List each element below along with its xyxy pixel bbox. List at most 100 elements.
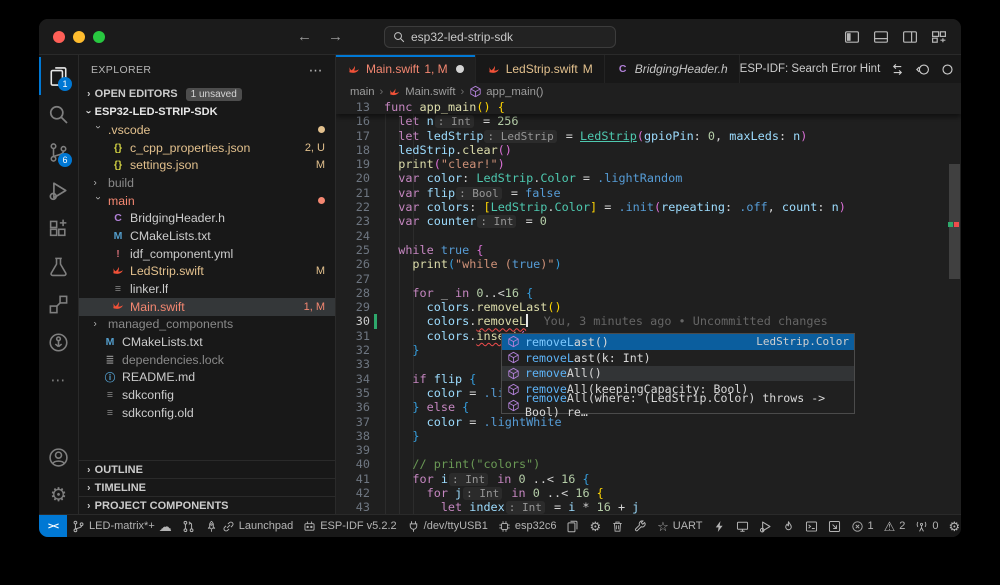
- breadcrumb-item[interactable]: app_main(): [469, 85, 543, 98]
- suggest-item[interactable]: removeLast() LedStrip.Color: [502, 334, 854, 350]
- activity-explorer[interactable]: 1: [39, 57, 78, 95]
- layout-left-button[interactable]: [844, 29, 860, 45]
- layout-right-button[interactable]: [902, 29, 918, 45]
- activity-testing[interactable]: [39, 247, 78, 285]
- activity-accounts[interactable]: [39, 438, 78, 476]
- build[interactable]: ⚙Build: [944, 515, 961, 537]
- tab-Main.swift[interactable]: Main.swift 1, M: [336, 55, 476, 83]
- serial-port[interactable]: /dev/ttyUSB1: [402, 515, 493, 537]
- remote-indicator[interactable]: ><: [39, 515, 67, 537]
- monitor-uart[interactable]: ☆UART: [652, 515, 707, 537]
- project-conf[interactable]: [561, 515, 584, 537]
- terminal[interactable]: [800, 515, 823, 537]
- nav-forward-button[interactable]: →: [328, 28, 343, 45]
- explorer-more-actions-icon[interactable]: ⋯: [309, 62, 323, 79]
- serial-monitor[interactable]: [731, 515, 754, 537]
- errors[interactable]: 1: [846, 515, 879, 537]
- line-number: 32: [336, 343, 370, 357]
- tree-item-build[interactable]: ›build: [79, 174, 335, 192]
- ports[interactable]: 0: [910, 515, 943, 537]
- open-editors-header[interactable]: › OPEN EDITORS 1 unsaved: [79, 85, 335, 103]
- activity-esp-component-registry[interactable]: [39, 323, 78, 361]
- activity-references[interactable]: [39, 285, 78, 323]
- tree-item-main[interactable]: ›main: [79, 192, 335, 210]
- esp-idf-hint-button[interactable]: ESP-IDF: Search Error Hint: [740, 63, 881, 75]
- swift-icon: [388, 85, 401, 98]
- line-number: 13: [336, 100, 370, 114]
- layout-grid-button[interactable]: [931, 29, 947, 45]
- compare-button[interactable]: [890, 62, 905, 77]
- breadcrumb-item[interactable]: main: [350, 86, 375, 98]
- layout-left-icon: [844, 29, 860, 45]
- tree-item-CMakeLists.txt[interactable]: MCMakeLists.txt: [79, 227, 335, 245]
- build-tools[interactable]: [629, 515, 652, 537]
- warnings[interactable]: ⚠2: [879, 515, 911, 537]
- method-icon: [507, 383, 520, 396]
- tree-item-LedStrip.swift[interactable]: LedStrip.swiftM: [79, 263, 335, 281]
- zoom-window-button[interactable]: [93, 31, 105, 43]
- activity-search[interactable]: [39, 95, 78, 133]
- activity-source-control[interactable]: 6: [39, 133, 78, 171]
- open-tool[interactable]: [823, 515, 846, 537]
- esp-idf-version[interactable]: ESP-IDF v5.2.2: [298, 515, 401, 537]
- tree-item-Main.swift[interactable]: Main.swift1, M: [79, 298, 335, 316]
- tree-item-sdkconfig.old[interactable]: ≡sdkconfig.old: [79, 404, 335, 422]
- lock-file-icon: ≣: [103, 354, 117, 366]
- compare-icon: [890, 62, 905, 77]
- suggest-item[interactable]: removeLast(k: Int): [502, 350, 854, 366]
- swift-icon: [347, 62, 361, 76]
- activity-manage[interactable]: ⚙: [39, 476, 78, 514]
- git-status-badge: M: [316, 159, 325, 171]
- close-window-button[interactable]: [53, 31, 65, 43]
- git-branch[interactable]: LED-matrix*+☁: [67, 515, 177, 537]
- tree-item-dependencies.lock[interactable]: ≣dependencies.lock: [79, 351, 335, 369]
- pull-request[interactable]: [177, 515, 200, 537]
- esp-flame[interactable]: [777, 515, 800, 537]
- tree-item-README.md[interactable]: ⓘREADME.md: [79, 369, 335, 387]
- json-file-icon: {}: [111, 159, 125, 171]
- tree-item-c_cpp_properties.json[interactable]: {}c_cpp_properties.json2, U: [79, 139, 335, 157]
- tree-item-idf_component.yml[interactable]: !idf_component.yml: [79, 245, 335, 263]
- section-project-components[interactable]: ›PROJECT COMPONENTS: [79, 496, 335, 514]
- flash-device[interactable]: [708, 515, 731, 537]
- code-line-39: 39: [336, 443, 961, 457]
- board-icon: [303, 520, 316, 533]
- launchpad[interactable]: Launchpad: [200, 515, 298, 537]
- tree-item-managed_components[interactable]: ›managed_components: [79, 316, 335, 334]
- tree-item-settings.json[interactable]: {}settings.jsonM: [79, 156, 335, 174]
- activity-run-and-debug[interactable]: [39, 171, 78, 209]
- prev-change-button[interactable]: [915, 62, 930, 77]
- suggest-item[interactable]: removeAll(where: (LedStrip.Color) throws…: [502, 397, 854, 413]
- explorer-sidebar: EXPLORER ⋯ › OPEN EDITORS 1 unsaved › ES…: [79, 55, 336, 514]
- line-number: 17: [336, 129, 370, 143]
- sdk-config[interactable]: ⚙: [584, 515, 606, 537]
- activity-extensions[interactable]: [39, 209, 78, 247]
- code-line-21: 21 var flip: Bool = false: [336, 186, 961, 200]
- debug-tool[interactable]: [754, 515, 777, 537]
- workspace-root-header[interactable]: › ESP32-LED-STRIP-SDK: [79, 103, 335, 121]
- section-timeline[interactable]: ›TIMELINE: [79, 478, 335, 496]
- section-outline[interactable]: ›OUTLINE: [79, 460, 335, 478]
- line-number: 30: [336, 314, 370, 328]
- tree-item-sdkconfig[interactable]: ≡sdkconfig: [79, 386, 335, 404]
- suggest-item[interactable]: removeAll(): [502, 366, 854, 382]
- tree-item-.vscode[interactable]: ›.vscode: [79, 121, 335, 139]
- activity-additional-views[interactable]: ⋯: [39, 361, 78, 399]
- command-center-search[interactable]: esp32-led-strip-sdk: [384, 26, 616, 48]
- code-line-17: 17 let ledStrip: LedStrip = LedStrip(gpi…: [336, 129, 961, 143]
- tree-item-CMakeLists.txt[interactable]: MCMakeLists.txt: [79, 333, 335, 351]
- tab-BridgingHeader.h[interactable]: C BridgingHeader.h: [605, 55, 740, 83]
- breadcrumb-item[interactable]: Main.swift: [388, 85, 455, 98]
- layout-bottom-button[interactable]: [873, 29, 889, 45]
- sticky-scroll-line: 13 func app_main() {: [336, 100, 961, 114]
- minimize-window-button[interactable]: [73, 31, 85, 43]
- tree-item-BridgingHeader.h[interactable]: CBridgingHeader.h: [79, 209, 335, 227]
- tree-item-linker.lf[interactable]: ≡linker.lf: [79, 280, 335, 298]
- full-clean[interactable]: [606, 515, 629, 537]
- circle-sm-button[interactable]: [940, 62, 955, 77]
- nav-back-button[interactable]: ←: [297, 28, 312, 45]
- code-area[interactable]: 13 func app_main() { 16 let n: Int = 256…: [336, 100, 961, 514]
- device-target[interactable]: esp32c6: [493, 515, 562, 537]
- tab-LedStrip.swift[interactable]: LedStrip.swift M: [476, 55, 605, 83]
- code-line-30: 30 colors.removeLYou, 3 minutes ago • Un…: [336, 314, 961, 328]
